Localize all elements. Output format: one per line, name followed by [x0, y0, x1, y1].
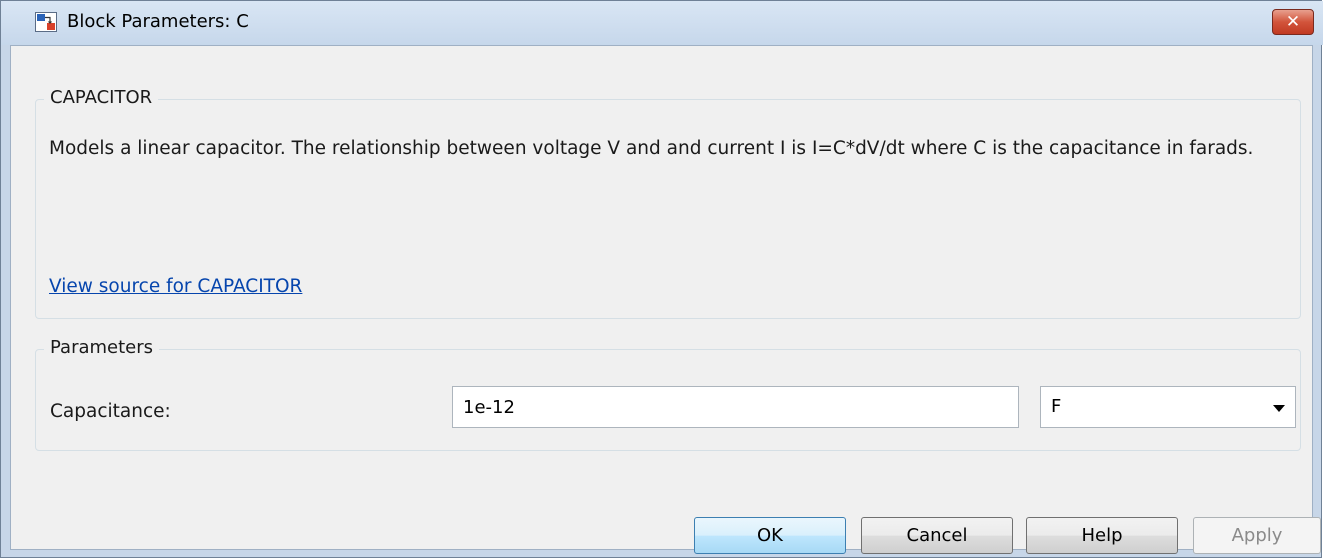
- unit-dropdown[interactable]: F: [1040, 386, 1296, 428]
- simulink-block-icon: [35, 12, 57, 32]
- cancel-button[interactable]: Cancel: [861, 517, 1013, 554]
- block-description: Models a linear capacitor. The relations…: [49, 138, 1254, 159]
- chevron-down-icon: [1273, 405, 1285, 412]
- close-icon: ✕: [1285, 12, 1301, 32]
- title-bar[interactable]: Block Parameters: C ✕: [1, 1, 1323, 45]
- capacitance-label: Capacitance:: [50, 401, 171, 422]
- description-group-legend: CAPACITOR: [44, 86, 159, 110]
- parameters-group-legend: Parameters: [44, 336, 160, 360]
- apply-button[interactable]: Apply: [1193, 517, 1321, 554]
- unit-dropdown-value: F: [1051, 396, 1062, 417]
- close-button[interactable]: ✕: [1272, 9, 1314, 35]
- dialog-window: Block Parameters: C ✕ CAPACITOR Models a…: [0, 0, 1323, 558]
- parameters-group: Parameters Capacitance: F: [35, 336, 1301, 451]
- capacitance-input[interactable]: [452, 386, 1019, 428]
- view-source-link[interactable]: View source for CAPACITOR: [49, 274, 302, 300]
- ok-button[interactable]: OK: [694, 517, 846, 554]
- description-group: CAPACITOR Models a linear capacitor. The…: [35, 86, 1301, 319]
- help-button[interactable]: Help: [1026, 517, 1178, 554]
- dialog-body: CAPACITOR Models a linear capacitor. The…: [10, 45, 1321, 554]
- window-title: Block Parameters: C: [67, 11, 249, 32]
